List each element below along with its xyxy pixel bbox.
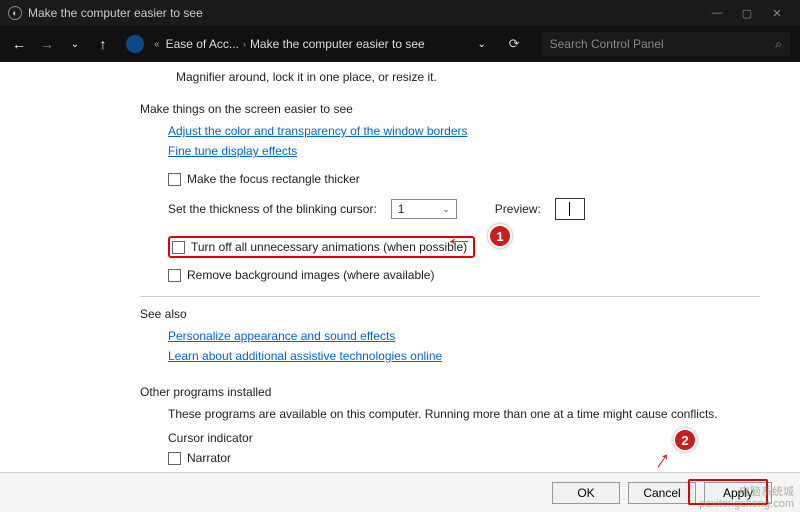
window-title: Make the computer easier to see bbox=[28, 6, 203, 20]
annotation-callout-2: 2 bbox=[673, 428, 697, 452]
magnifier-text: Magnifier around, lock it in one place, … bbox=[140, 70, 760, 84]
search-icon: ⌕ bbox=[775, 37, 782, 52]
address-icon bbox=[126, 35, 144, 53]
checkbox-narrator[interactable] bbox=[168, 452, 181, 465]
link-assistive-tech[interactable]: Learn about additional assistive technol… bbox=[168, 349, 442, 363]
crumb-ease[interactable]: Ease of Acc... bbox=[166, 37, 239, 51]
maximize-button[interactable]: ▢ bbox=[732, 7, 762, 20]
highlight-animations: Turn off all unnecessary animations (whe… bbox=[168, 236, 475, 258]
label-remove-background: Remove background images (where availabl… bbox=[187, 268, 434, 282]
checkbox-turn-off-animations[interactable] bbox=[172, 241, 185, 254]
chevron-right-icon: › bbox=[243, 39, 246, 49]
checkbox-focus-rectangle[interactable] bbox=[168, 173, 181, 186]
breadcrumb[interactable]: « Ease of Acc... › Make the computer eas… bbox=[154, 37, 425, 51]
close-button[interactable]: ✕ bbox=[762, 7, 792, 20]
label-focus-rectangle: Make the focus rectangle thicker bbox=[187, 172, 360, 186]
minimize-button[interactable]: — bbox=[702, 7, 732, 19]
checkbox-remove-background[interactable] bbox=[168, 269, 181, 282]
link-personalize[interactable]: Personalize appearance and sound effects bbox=[168, 329, 395, 343]
section-other-title: Other programs installed bbox=[140, 385, 760, 399]
dropdown-cursor-thickness[interactable]: 1 ⌄ bbox=[391, 199, 457, 219]
label-preview: Preview: bbox=[495, 202, 541, 216]
search-input[interactable]: Search Control Panel ⌕ bbox=[542, 32, 790, 56]
divider bbox=[140, 296, 760, 297]
up-button[interactable]: ↑ bbox=[94, 36, 112, 52]
link-window-borders[interactable]: Adjust the color and transparency of the… bbox=[168, 124, 468, 138]
recent-dropdown[interactable]: ⌄ bbox=[66, 39, 84, 50]
section-easier-title: Make things on the screen easier to see bbox=[140, 102, 760, 116]
cursor-indicator-label: Cursor indicator bbox=[168, 431, 760, 445]
back-button[interactable]: ← bbox=[10, 36, 28, 52]
refresh-button[interactable]: ⟳ bbox=[509, 36, 520, 52]
content-area: Magnifier around, lock it in one place, … bbox=[0, 62, 800, 472]
cancel-button[interactable]: Cancel bbox=[628, 482, 696, 504]
label-narrator: Narrator bbox=[187, 451, 231, 465]
watermark: 电脑系统城 pcxitongcheng.com bbox=[699, 486, 794, 510]
label-turn-off-animations: Turn off all unnecessary animations (whe… bbox=[191, 240, 467, 254]
label-cursor-thickness: Set the thickness of the blinking cursor… bbox=[168, 202, 377, 216]
footer: OK Cancel Apply bbox=[0, 472, 800, 512]
app-icon: ◐ bbox=[8, 6, 22, 20]
search-placeholder: Search Control Panel bbox=[550, 37, 664, 51]
ok-button[interactable]: OK bbox=[552, 482, 620, 504]
other-programs-desc: These programs are available on this com… bbox=[168, 407, 760, 421]
navbar: ← → ⌄ ↑ « Ease of Acc... › Make the comp… bbox=[0, 26, 800, 62]
section-seealso-title: See also bbox=[140, 307, 760, 321]
annotation-arrow-1: ← bbox=[444, 225, 475, 251]
cursor-preview bbox=[555, 198, 585, 220]
annotation-callout-1: 1 bbox=[488, 224, 512, 248]
address-dropdown[interactable]: ⌄ bbox=[473, 39, 491, 50]
forward-button[interactable]: → bbox=[38, 36, 56, 52]
link-fine-tune[interactable]: Fine tune display effects bbox=[168, 144, 297, 158]
dropdown-value: 1 bbox=[398, 202, 405, 216]
chevron-down-icon: ⌄ bbox=[442, 204, 450, 215]
titlebar: ◐ Make the computer easier to see — ▢ ✕ bbox=[0, 0, 800, 26]
crumb-page[interactable]: Make the computer easier to see bbox=[250, 37, 425, 51]
